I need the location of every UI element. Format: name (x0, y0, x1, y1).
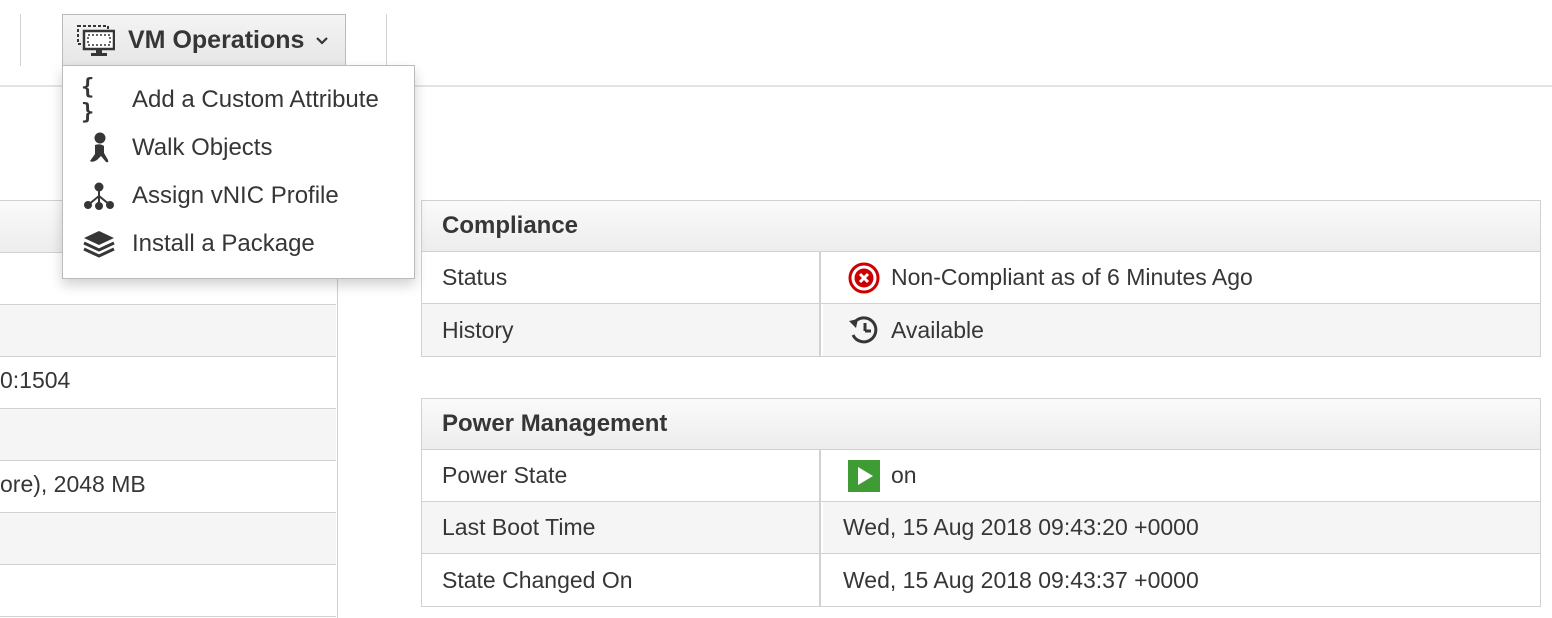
table-cell: ore), 2048 MB (0, 471, 146, 497)
table-row (0, 565, 336, 617)
toolbar-divider (386, 14, 387, 66)
toolbar-divider (20, 14, 21, 66)
vm-operations-button[interactable]: VM Operations (62, 14, 346, 66)
menu-item-install-package[interactable]: Install a Package (63, 220, 414, 268)
play-icon (847, 459, 881, 493)
menu-item-walk-objects[interactable]: Walk Objects (63, 124, 414, 172)
table-cell: 0:1504 (0, 367, 71, 393)
vm-operations-menu: { } Add a Custom Attribute Walk Objects (62, 65, 415, 279)
history-text: Available (891, 316, 984, 343)
menu-item-label: Walk Objects (132, 134, 273, 161)
status-value[interactable]: Non-Compliant as of 6 Minutes Ago (823, 252, 1540, 303)
menu-item-add-custom-attribute[interactable]: { } Add a Custom Attribute (63, 75, 414, 125)
menu-item-label: Add a Custom Attribute (132, 86, 379, 113)
menu-item-label: Install a Package (132, 230, 315, 257)
table-row: History Available (422, 304, 1540, 356)
menu-item-assign-vnic-profile[interactable]: Assign vNIC Profile (63, 172, 414, 220)
last-boot-time-label: Last Boot Time (422, 502, 821, 553)
error-circle-icon (847, 261, 881, 295)
history-icon (847, 313, 881, 347)
table-row (0, 305, 336, 357)
table-row (0, 513, 336, 565)
power-management-panel: Power Management Power State on Last Boo… (421, 398, 1541, 607)
state-changed-on-label: State Changed On (422, 554, 821, 606)
compliance-title: Compliance (422, 201, 1540, 252)
table-row (0, 409, 336, 461)
table-row: Power State on (422, 450, 1540, 502)
walking-person-icon (81, 132, 117, 164)
power-state-text: on (891, 462, 917, 488)
table-row: Last Boot Time Wed, 15 Aug 2018 09:43:20… (422, 502, 1540, 554)
layers-icon (81, 228, 117, 260)
power-management-title: Power Management (422, 399, 1540, 450)
state-changed-on-value: Wed, 15 Aug 2018 09:43:37 +0000 (843, 566, 1199, 593)
menu-item-label: Assign vNIC Profile (132, 182, 339, 209)
power-state-label: Power State (422, 450, 821, 501)
table-row: Status Non-Compliant as of 6 Minutes Ago (422, 252, 1540, 304)
vm-operations-label: VM Operations (128, 26, 305, 54)
status-text: Non-Compliant as of 6 Minutes Ago (891, 264, 1253, 290)
compliance-panel: Compliance Status Non-Compliant as of 6 … (421, 200, 1541, 357)
power-state-value: on (823, 450, 1540, 501)
vm-console-icon (77, 24, 115, 56)
table-row: 0:1504 (0, 357, 336, 409)
chevron-down-icon (316, 36, 329, 45)
network-tree-icon (81, 180, 117, 212)
braces-icon: { } (81, 75, 95, 125)
history-label: History (422, 304, 821, 356)
status-label: Status (422, 252, 821, 303)
table-row: ore), 2048 MB (0, 461, 336, 513)
last-boot-time-value: Wed, 15 Aug 2018 09:43:20 +0000 (823, 502, 1540, 553)
page: VM Operations { } Add a Custom Attribute… (0, 0, 1552, 618)
history-value[interactable]: Available (823, 304, 1540, 356)
table-row: State Changed On Wed, 15 Aug 2018 09:43:… (422, 554, 1540, 606)
